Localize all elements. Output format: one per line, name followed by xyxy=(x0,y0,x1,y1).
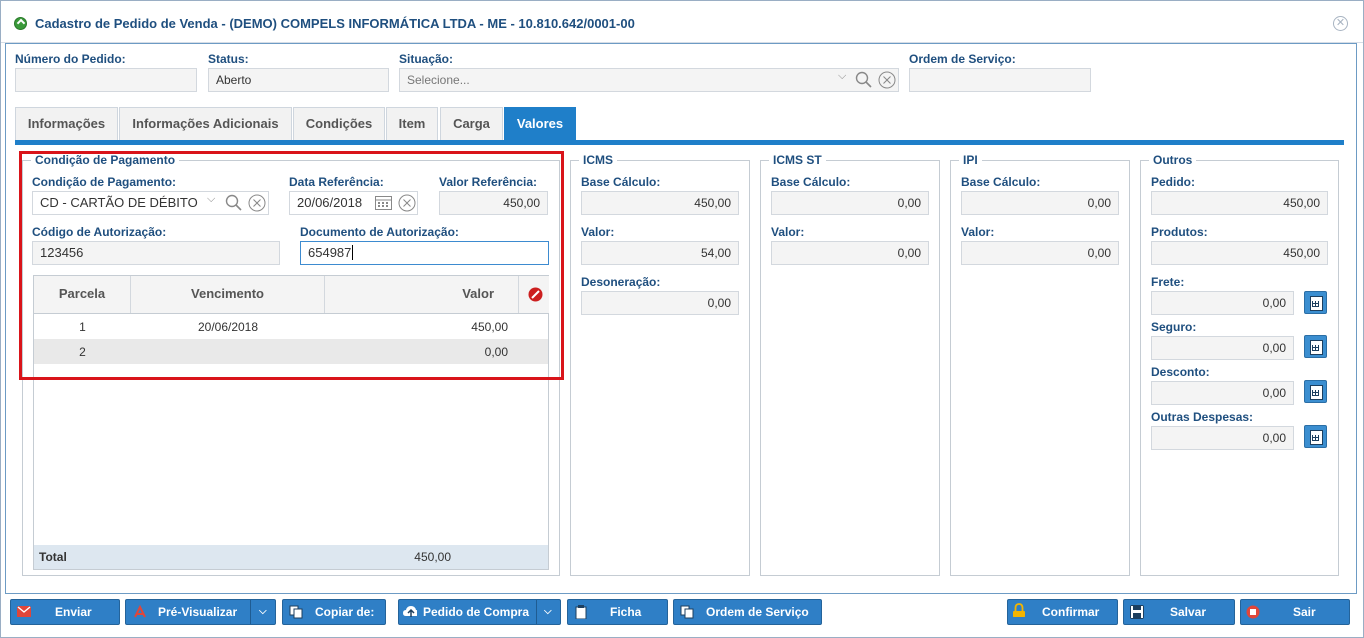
ordem-servico-label: Ordem de Serviço xyxy=(706,605,809,619)
ipi-base-field[interactable]: 0,00 xyxy=(961,191,1119,215)
ipi-base-label: Base Cálculo: xyxy=(961,175,1041,189)
total-label: Total xyxy=(39,550,67,564)
icms-group: ICMS xyxy=(570,153,750,576)
salvar-button[interactable]: Salvar xyxy=(1123,599,1235,625)
sair-label: Sair xyxy=(1293,605,1316,619)
tab-item[interactable]: Item xyxy=(386,107,438,140)
ipi-legend: IPI xyxy=(959,153,982,167)
tab-informacoes-adicionais[interactable]: Informações Adicionais xyxy=(119,107,292,140)
icms-valor-field[interactable]: 54,00 xyxy=(581,241,739,265)
copy-icon xyxy=(680,605,694,619)
copiar-de-label: Copiar de: xyxy=(315,605,375,619)
icms-st-base-label: Base Cálculo: xyxy=(771,175,851,189)
icms-st-base-field[interactable]: 0,00 xyxy=(771,191,929,215)
close-icon[interactable]: ✕ xyxy=(1333,16,1348,31)
seguro-label: Seguro: xyxy=(1151,320,1197,334)
separator xyxy=(536,600,537,624)
pre-visualizar-button[interactable]: Pré-Visualizar ⌵ xyxy=(125,599,276,625)
seguro-field[interactable]: 0,00 xyxy=(1151,336,1294,360)
ordem-servico-button[interactable]: Ordem de Serviço xyxy=(673,599,822,625)
ficha-label: Ficha xyxy=(610,605,642,619)
outras-despesas-field[interactable]: 0,00 xyxy=(1151,426,1294,450)
icms-desoneracao-label: Desoneração: xyxy=(581,275,661,289)
situacao-select[interactable]: Selecione... xyxy=(399,68,899,92)
total-row: Total 450,00 xyxy=(34,545,548,569)
situacao-label: Situação: xyxy=(399,52,454,66)
desconto-label: Desconto: xyxy=(1151,365,1210,379)
highlight-box xyxy=(19,151,564,380)
pedido-compra-label: Pedido de Compra xyxy=(423,605,530,619)
tab-valores[interactable]: Valores xyxy=(504,107,576,140)
frete-field[interactable]: 0,00 xyxy=(1151,291,1294,315)
produtos-label: Produtos: xyxy=(1151,225,1208,239)
icms-st-valor-field[interactable]: 0,00 xyxy=(771,241,929,265)
icms-valor-label: Valor: xyxy=(581,225,615,239)
ipi-valor-field[interactable]: 0,00 xyxy=(961,241,1119,265)
status-field[interactable]: Aberto xyxy=(208,68,389,92)
os-label: Ordem de Serviço: xyxy=(909,52,1016,66)
copiar-de-button[interactable]: Copiar de: xyxy=(282,599,386,625)
pedido-compra-button[interactable]: Pedido de Compra ⌵ xyxy=(398,599,561,625)
icms-base-field[interactable]: 450,00 xyxy=(581,191,739,215)
icms-base-label: Base Cálculo: xyxy=(581,175,661,189)
os-field[interactable] xyxy=(909,68,1091,92)
icms-legend: ICMS xyxy=(579,153,617,167)
title-bar: Cadastro de Pedido de Venda - (DEMO) COM… xyxy=(1,1,1363,43)
numero-label: Número do Pedido: xyxy=(15,52,126,66)
outras-despesas-calculator-icon[interactable] xyxy=(1304,425,1327,448)
exit-icon xyxy=(1246,605,1260,619)
confirmar-label: Confirmar xyxy=(1042,605,1100,619)
chevron-down-icon[interactable]: ⌵ xyxy=(544,600,552,624)
enviar-button[interactable]: Enviar xyxy=(10,599,120,625)
tab-informacoes[interactable]: Informações xyxy=(15,107,118,140)
ipi-group: IPI xyxy=(950,153,1130,576)
pedido-label: Pedido: xyxy=(1151,175,1195,189)
separator xyxy=(250,600,251,624)
save-icon xyxy=(1130,605,1144,619)
desconto-field[interactable]: 0,00 xyxy=(1151,381,1294,405)
chevron-down-icon[interactable]: ⌵ xyxy=(259,600,267,624)
icms-desoneracao-field[interactable]: 0,00 xyxy=(581,291,739,315)
tab-underline xyxy=(15,140,1344,145)
ipi-valor-label: Valor: xyxy=(961,225,995,239)
pedido-field[interactable]: 450,00 xyxy=(1151,191,1328,215)
add-icon xyxy=(14,17,27,30)
lock-icon xyxy=(1013,603,1025,617)
pdf-icon xyxy=(134,605,146,618)
window-title: Cadastro de Pedido de Venda - (DEMO) COM… xyxy=(35,16,635,31)
ficha-button[interactable]: Ficha xyxy=(567,599,668,625)
total-value: 450,00 xyxy=(414,550,451,564)
clear-icon[interactable] xyxy=(878,71,896,89)
pre-visualizar-label: Pré-Visualizar xyxy=(158,605,238,619)
clipboard-icon xyxy=(575,605,587,619)
confirmar-button[interactable]: Confirmar xyxy=(1007,599,1118,625)
outros-legend: Outros xyxy=(1149,153,1197,167)
status-label: Status: xyxy=(208,52,249,66)
search-icon[interactable] xyxy=(855,71,873,89)
outras-despesas-label: Outras Despesas: xyxy=(1151,410,1254,424)
tab-condicoes[interactable]: Condições xyxy=(293,107,385,140)
sair-button[interactable]: Sair xyxy=(1240,599,1350,625)
produtos-field[interactable]: 450,00 xyxy=(1151,241,1328,265)
copy-icon xyxy=(289,605,303,619)
enviar-label: Enviar xyxy=(55,605,92,619)
seguro-calculator-icon[interactable] xyxy=(1304,335,1327,358)
frete-calculator-icon[interactable] xyxy=(1304,291,1327,314)
desconto-calculator-icon[interactable] xyxy=(1304,380,1327,403)
icms-st-valor-label: Valor: xyxy=(771,225,805,239)
numero-field[interactable] xyxy=(15,68,197,92)
icms-st-group: ICMS ST xyxy=(760,153,940,576)
frete-label: Frete: xyxy=(1151,275,1185,289)
salvar-label: Salvar xyxy=(1170,605,1207,619)
chevron-down-icon[interactable]: ⌵ xyxy=(838,70,846,83)
cloud-upload-icon xyxy=(403,606,417,617)
icms-st-legend: ICMS ST xyxy=(769,153,826,167)
situacao-placeholder: Selecione... xyxy=(407,73,470,87)
tab-carga[interactable]: Carga xyxy=(440,107,503,140)
mail-icon xyxy=(17,606,31,617)
